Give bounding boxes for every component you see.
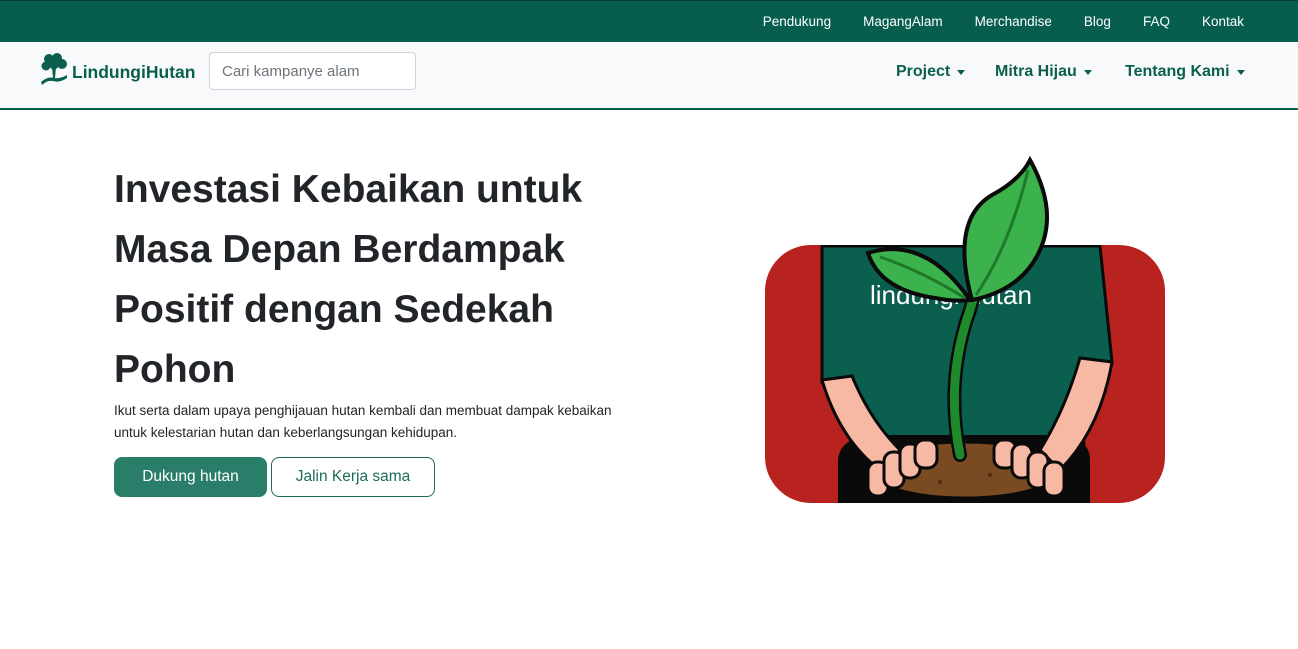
hero-subtitle-line: untuk kelestarian hutan dan keberlangsun… xyxy=(114,425,458,440)
topbar-link-pendukung[interactable]: Pendukung xyxy=(763,1,831,43)
hero-subtitle-line: Ikut serta dalam upaya penghijauan hutan… xyxy=(114,403,612,418)
caret-down-icon xyxy=(1083,69,1092,75)
main-navbar: LindungiHutan Project Mitra Hijau Tentan… xyxy=(0,42,1298,110)
topbar-link-blog[interactable]: Blog xyxy=(1084,1,1111,43)
hero-subtitle: Ikut serta dalam upaya penghijauan hutan… xyxy=(114,400,644,444)
top-bar: Pendukung MagangAlam Merchandise Blog FA… xyxy=(0,0,1298,42)
jalin-kerja-sama-button[interactable]: Jalin Kerja sama xyxy=(271,457,435,497)
nav-project-dropdown[interactable]: Project xyxy=(896,42,966,102)
dukung-hutan-button[interactable]: Dukung hutan xyxy=(114,457,267,497)
nav-tentang-kami-label: Tentang Kami xyxy=(1125,63,1245,81)
topbar-link-merchandise[interactable]: Merchandise xyxy=(975,1,1052,43)
tree-logo-icon xyxy=(41,53,67,85)
hero-title-line: Pohon xyxy=(114,348,236,391)
hero-title: Investasi Kebaikan untuk Masa Depan Berd… xyxy=(114,160,634,400)
hero-title-line: Investasi Kebaikan untuk xyxy=(114,168,583,211)
brand-name: LindungiHutan xyxy=(72,61,196,82)
topbar-link-magangalam[interactable]: MagangAlam xyxy=(863,1,943,43)
hero-illustration: lindungi hutan xyxy=(765,155,1165,503)
topbar-link-faq[interactable]: FAQ xyxy=(1143,1,1170,43)
hero-title-line: Masa Depan Berdampak xyxy=(114,228,565,271)
caret-down-icon xyxy=(957,69,966,75)
nav-mitra-hijau-label: Mitra Hijau xyxy=(995,63,1092,81)
nav-tentang-kami-dropdown[interactable]: Tentang Kami xyxy=(1125,42,1245,102)
topbar-link-kontak[interactable]: Kontak xyxy=(1202,1,1244,43)
hero-title-line: Positif dengan Sedekah xyxy=(114,288,554,331)
search-input[interactable] xyxy=(209,52,416,90)
nav-mitra-hijau-dropdown[interactable]: Mitra Hijau xyxy=(995,42,1092,102)
nav-project-label: Project xyxy=(896,63,966,81)
brand-link[interactable]: LindungiHutan xyxy=(38,52,195,88)
caret-down-icon xyxy=(1236,69,1245,75)
